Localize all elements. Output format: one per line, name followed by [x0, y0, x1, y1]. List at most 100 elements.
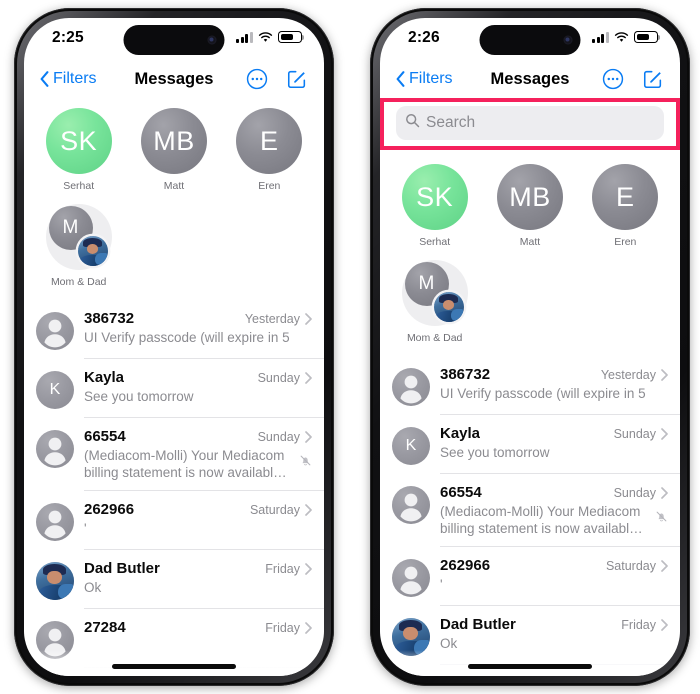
- contact-photo: [392, 617, 430, 656]
- phone-left: 2:25 Filters Messages SK Serhat MB Matt E Eren M M…: [14, 8, 334, 686]
- pinned-label: Matt: [519, 236, 541, 248]
- cellular-signal-icon: [236, 32, 253, 43]
- pinned-conversation[interactable]: SK Serhat: [34, 102, 123, 198]
- pinned-label: Mom & Dad: [50, 276, 107, 288]
- conversation-date: Friday: [621, 617, 656, 632]
- conversation-row[interactable]: 386732 Yesterday UI Verify passcode (will …: [24, 300, 324, 359]
- conversation-row[interactable]: 66554 Sunday (Mediacom-Molli) Your Mediaco…: [380, 474, 680, 547]
- pinned-conversation[interactable]: M Mom & Dad: [390, 254, 479, 350]
- circle-ellipsis-icon[interactable]: [246, 68, 268, 90]
- conversation-row[interactable]: K Kayla Sunday See you tomorrow: [24, 359, 324, 418]
- conversation-date: Saturday: [605, 558, 656, 573]
- bell-muted-icon: [300, 455, 311, 466]
- conversation-preview: UI Verify passcode (will expire in 5: [440, 386, 646, 401]
- home-indicator[interactable]: [112, 664, 236, 669]
- comparison-screenshot: 2:25 Filters Messages SK Serhat MB Matt E Eren M M…: [0, 0, 700, 694]
- contact-photo: [433, 292, 464, 322]
- conversation-avatar-placeholder: [36, 502, 74, 541]
- search-input[interactable]: Search: [396, 106, 664, 140]
- pinned-conversation[interactable]: SK Serhat: [390, 158, 479, 254]
- dynamic-island: [479, 25, 581, 55]
- pinned-conversation[interactable]: E Eren: [225, 102, 314, 198]
- status-bar: 2:26: [380, 18, 680, 62]
- cellular-signal-icon: [592, 32, 609, 43]
- status-bar: 2:25: [24, 18, 324, 62]
- conversation-preview: See you tomorrow: [440, 445, 550, 460]
- navigation-bar: Filters Messages: [24, 62, 324, 96]
- contact-photo: [77, 236, 108, 266]
- search-placeholder: Search: [426, 114, 476, 131]
- navigation-bar: Filters Messages: [380, 62, 680, 96]
- conversation-avatar-photo: [392, 617, 430, 656]
- conversation-list[interactable]: 386732 Yesterday UI Verify passcode (will …: [24, 300, 324, 676]
- conversation-date: Friday: [265, 561, 300, 576]
- conversation-title: 27284: [440, 675, 482, 676]
- conversation-date: Saturday: [249, 502, 300, 517]
- filters-back-button[interactable]: Filters: [396, 70, 453, 88]
- pinned-conversation[interactable]: E Eren: [581, 158, 670, 254]
- contact-photo: [36, 561, 74, 600]
- conversation-preview: UI Verify passcode (will expire in 5: [84, 330, 290, 345]
- home-indicator[interactable]: [468, 664, 592, 669]
- circle-ellipsis-icon[interactable]: [602, 68, 624, 90]
- pinned-avatar: MB: [140, 108, 207, 174]
- conversation-preview: (Mediacom-Molli) Your Mediacom billing s…: [440, 504, 641, 537]
- group-avatar-photo: [433, 292, 464, 322]
- conversation-list[interactable]: 386732 Yesterday UI Verify passcode (will …: [380, 356, 680, 676]
- front-camera-icon: [207, 35, 217, 45]
- conversation-date: Yesterday: [244, 312, 300, 326]
- phone-screen: 2:26 Filters Messages Search SK Serhat MB Matt E…: [380, 18, 680, 676]
- conversation-title: 66554: [440, 484, 482, 501]
- conversation-row[interactable]: Dad Butler Friday Ok: [380, 606, 680, 665]
- conversation-date: Yesterday: [600, 368, 656, 382]
- group-avatar: M: [401, 260, 468, 326]
- conversation-avatar-initial: K: [36, 371, 74, 409]
- conversation-date: Sunday: [257, 430, 300, 444]
- wifi-icon: [614, 32, 629, 43]
- pinned-avatar: SK: [45, 108, 112, 174]
- wifi-icon: [258, 32, 273, 43]
- conversation-row[interactable]: 27284 Friday: [24, 609, 324, 668]
- conversation-title: 386732: [84, 310, 135, 327]
- status-bar-clock: 2:26: [408, 29, 440, 46]
- conversation-avatar-placeholder: [36, 620, 74, 659]
- conversation-row[interactable]: Dad Butler Friday Ok: [24, 550, 324, 609]
- conversation-row[interactable]: 386732 Yesterday UI Verify passcode (will …: [380, 356, 680, 415]
- conversation-avatar-placeholder: [392, 486, 430, 524]
- pinned-conversations-grid: SK Serhat MB Matt E Eren M Mom & Dad: [24, 96, 324, 300]
- conversation-date: Sunday: [613, 427, 656, 441]
- conversation-avatar-placeholder: [392, 558, 430, 597]
- pinned-label: Serhat: [63, 180, 95, 192]
- conversation-avatar-placeholder: [36, 430, 74, 468]
- pinned-conversation[interactable]: M Mom & Dad: [34, 198, 123, 294]
- conversation-title: Kayla: [84, 369, 125, 386]
- bell-muted-icon: [656, 511, 667, 522]
- pinned-label: Serhat: [419, 236, 451, 248]
- conversation-title: Kayla: [440, 425, 481, 442]
- conversation-date: Sunday: [257, 371, 300, 385]
- pinned-avatar: E: [592, 164, 659, 230]
- conversation-row[interactable]: 66554 Sunday (Mediacom-Molli) Your Mediaco…: [24, 418, 324, 491]
- conversation-title: 66554: [84, 428, 126, 445]
- battery-icon: [634, 31, 661, 43]
- pinned-conversation[interactable]: MB Matt: [485, 158, 574, 254]
- compose-icon[interactable]: [642, 68, 664, 90]
- conversation-preview: (Mediacom-Molli) Your Mediacom billing s…: [84, 448, 285, 481]
- conversation-date: Sunday: [613, 486, 656, 500]
- conversation-row[interactable]: 262966 Saturday ': [24, 491, 324, 550]
- group-avatar: M: [45, 204, 112, 270]
- conversation-preview: Ok: [84, 579, 102, 595]
- filters-back-button[interactable]: Filters: [40, 70, 97, 88]
- conversation-date: Friday: [265, 620, 300, 635]
- compose-icon[interactable]: [286, 68, 308, 90]
- conversation-preview: See you tomorrow: [84, 389, 194, 404]
- pinned-conversation[interactable]: MB Matt: [129, 102, 218, 198]
- conversation-row[interactable]: K Kayla Sunday See you tomorrow: [380, 415, 680, 474]
- conversation-row[interactable]: 262966 Saturday ': [380, 547, 680, 606]
- conversation-avatar-photo: [36, 561, 74, 600]
- phone-screen: 2:25 Filters Messages SK Serhat MB Matt E Eren M M…: [24, 18, 324, 676]
- conversation-preview: ': [440, 576, 443, 592]
- group-avatar-photo: [77, 236, 108, 266]
- conversation-title: 262966: [440, 556, 491, 574]
- conversation-title: Dad Butler: [84, 559, 160, 577]
